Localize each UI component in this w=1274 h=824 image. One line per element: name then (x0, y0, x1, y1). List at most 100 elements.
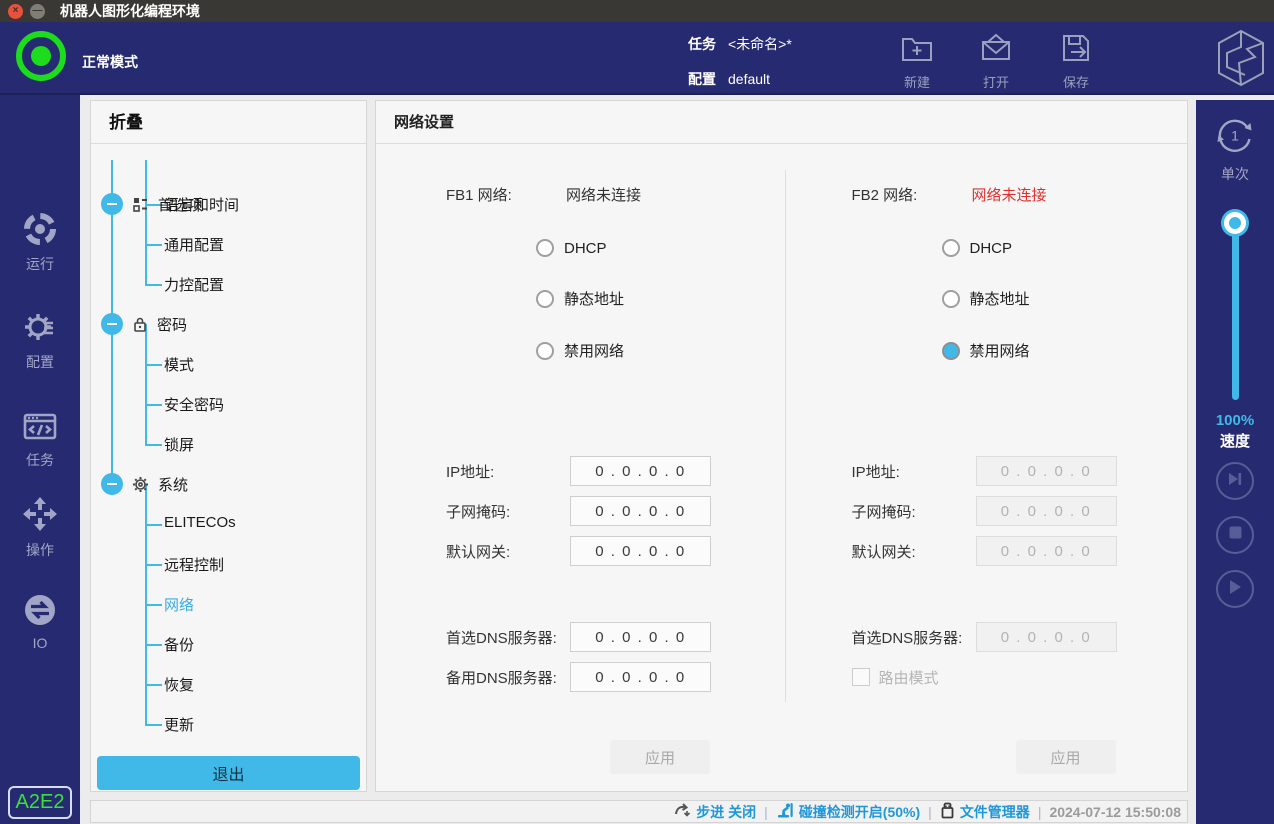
fb1-mask-field[interactable]: 0 . 0 . 0 . 0 (570, 496, 711, 526)
tree-item-update[interactable]: 更新 (164, 714, 194, 735)
collision-detection-toggle[interactable]: 碰撞检测开启(50%) (776, 802, 920, 822)
radio-icon[interactable] (942, 290, 960, 308)
fb1-gateway-field[interactable]: 0 . 0 . 0 . 0 (570, 536, 711, 566)
run-icon (22, 211, 58, 247)
fb1-network-status: 网络未连接 (566, 184, 641, 205)
tree-group-preferences[interactable]: 首选项 (101, 193, 203, 215)
fb2-network-status: 网络未连接 (972, 184, 1047, 205)
fb1-radio-static[interactable]: 静态地址 (536, 288, 782, 309)
new-task-button[interactable]: 新建 (887, 30, 947, 91)
new-task-label: 新建 (904, 72, 930, 91)
fb1-apply-button[interactable]: 应用 (610, 740, 710, 774)
task-label: 任务 (688, 34, 716, 54)
column-divider (785, 170, 786, 702)
fb2-apply-button[interactable]: 应用 (1016, 740, 1116, 774)
fb1-dns2-label: 备用DNS服务器: (446, 667, 570, 688)
step-forward-button[interactable] (1216, 462, 1254, 500)
speed-label: 速度 (1196, 430, 1274, 451)
tree-group-label: 系统 (158, 474, 188, 495)
radio-icon[interactable] (942, 239, 960, 257)
tree-collapse-header: 折叠 (91, 101, 366, 144)
window-close-button[interactable]: × (8, 4, 23, 19)
radio-icon[interactable] (536, 342, 554, 360)
lock-icon (132, 316, 148, 333)
tree-item-force-config[interactable]: 力控配置 (164, 274, 224, 295)
task-value: <未命名>* (728, 34, 792, 54)
robot-id-badge[interactable]: A2E2 (8, 786, 72, 819)
tree-item-lock-screen[interactable]: 锁屏 (164, 434, 194, 455)
new-file-icon (899, 30, 935, 69)
fb1-gateway-label: 默认网关: (446, 541, 570, 562)
sidebar-item-config[interactable]: 配置 (0, 309, 80, 372)
tree-item-remote-control[interactable]: 远程控制 (164, 554, 224, 575)
radio-icon[interactable] (536, 239, 554, 257)
tree-group-label: 首选项 (158, 194, 203, 215)
play-button[interactable] (1216, 570, 1254, 608)
stop-button[interactable] (1216, 516, 1254, 554)
cycle-mode-button[interactable]: 1 单次 (1196, 114, 1274, 184)
mode-indicator-icon (16, 31, 66, 81)
collapse-toggle-icon[interactable] (101, 313, 123, 335)
fb2-radio-dhcp[interactable]: DHCP (942, 239, 1188, 257)
tree-item-network[interactable]: 网络 (164, 594, 194, 615)
speed-slider-track[interactable] (1232, 218, 1239, 400)
speed-percent: 100% (1196, 412, 1274, 429)
fb2-mask-label: 子网掩码: (852, 501, 976, 522)
sidebar-item-label: 操作 (26, 540, 54, 560)
cycle-mode-label: 单次 (1221, 164, 1249, 184)
run-control-bar: 1 单次 100% 速度 (1196, 100, 1274, 824)
fb1-dns2-field[interactable]: 0 . 0 . 0 . 0 (570, 662, 711, 692)
speed-slider-handle[interactable] (1224, 212, 1246, 234)
fb1-ip-label: IP地址: (446, 461, 570, 482)
save-icon (1058, 30, 1094, 69)
save-task-button[interactable]: 保存 (1046, 30, 1106, 91)
route-mode-checkbox (852, 668, 870, 686)
fb2-dns1-label: 首选DNS服务器: (852, 627, 976, 648)
robot-arm-icon (776, 802, 794, 822)
network-settings-panel: 网络设置 FB1 网络: 网络未连接 DHCP 静态地址 禁用网络 IP地址:0… (375, 100, 1188, 792)
svg-text:1: 1 (1231, 128, 1239, 144)
sidebar-item-operate[interactable]: 操作 (0, 495, 80, 560)
system-gear-icon (132, 476, 149, 493)
fb2-radio-disable[interactable]: 禁用网络 (942, 340, 1188, 361)
gear-list-icon (22, 309, 58, 345)
settings-tree-panel: 折叠 首选项 (90, 100, 367, 792)
radio-checked-icon[interactable] (942, 342, 960, 360)
tree-item-general-config[interactable]: 通用配置 (164, 234, 224, 255)
tree-item-backup[interactable]: 备份 (164, 634, 194, 655)
code-window-icon (21, 407, 59, 443)
window-minimize-button[interactable]: — (30, 4, 45, 19)
mode-label: 正常模式 (82, 52, 138, 72)
loop-once-icon: 1 (1214, 114, 1256, 159)
status-bar: 步进 关闭 | 碰撞检测开启(50%) | 文件管理器 | 2024-07-12… (90, 800, 1188, 823)
fb1-ip-field[interactable]: 0 . 0 . 0 . 0 (570, 456, 711, 486)
collapse-toggle-icon[interactable] (101, 473, 123, 495)
tree-item-mode[interactable]: 模式 (164, 354, 194, 375)
step-mode-toggle[interactable]: 步进 关闭 (674, 802, 756, 822)
sidebar-item-run[interactable]: 运行 (0, 211, 80, 274)
sidebar-item-io[interactable]: IO (0, 592, 80, 651)
sidebar-item-task[interactable]: 任务 (0, 407, 80, 470)
stop-icon (1229, 526, 1242, 544)
file-manager-button[interactable]: 文件管理器 (940, 802, 1030, 822)
fb1-radio-disable[interactable]: 禁用网络 (536, 340, 782, 361)
tree-group-password[interactable]: 密码 (101, 313, 187, 335)
open-task-button[interactable]: 打开 (966, 30, 1026, 91)
fb2-radio-static[interactable]: 静态地址 (942, 288, 1188, 309)
radio-icon[interactable] (536, 290, 554, 308)
tree-item-safety-password[interactable]: 安全密码 (164, 394, 224, 415)
collapse-toggle-icon[interactable] (101, 193, 123, 215)
fb1-dns1-field[interactable]: 0 . 0 . 0 . 0 (570, 622, 711, 652)
fb1-radio-group: DHCP 静态地址 禁用网络 (536, 239, 782, 361)
config-label: 配置 (688, 69, 716, 89)
app-header: 正常模式 任务 <未命名>* 配置 default 新建 打开 保存 (0, 22, 1274, 95)
tree-group-system[interactable]: 系统 (101, 473, 188, 495)
fb1-radio-dhcp[interactable]: DHCP (536, 239, 782, 257)
tree-item-elitecos[interactable]: ELITECOs (164, 514, 236, 531)
fb2-mask-field: 0 . 0 . 0 . 0 (976, 496, 1117, 526)
io-arrows-icon (22, 592, 58, 628)
save-task-label: 保存 (1063, 72, 1089, 91)
exit-button[interactable]: 退出 (97, 756, 360, 790)
tree-body: 首选项 语言和时间 通用配置 力控配置 密码 模式 安全 (91, 144, 366, 791)
tree-item-recovery[interactable]: 恢复 (164, 674, 194, 695)
